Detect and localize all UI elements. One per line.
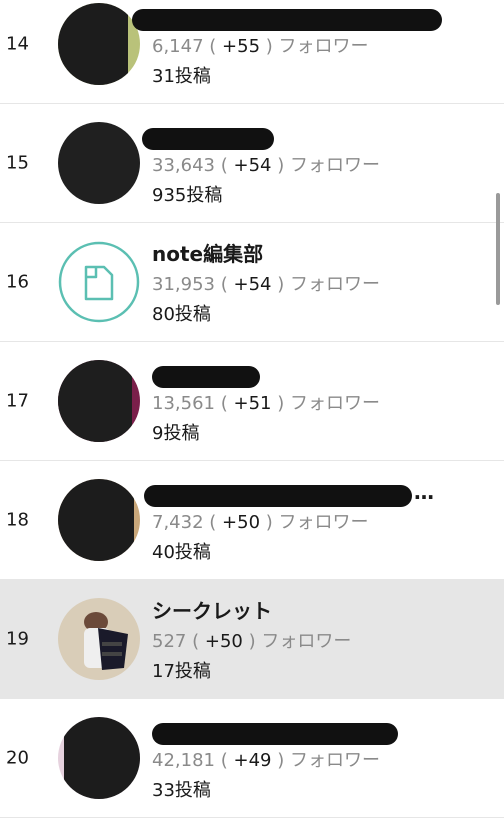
follower-stats: 42,181 ( +49 ) フォロワー <box>152 750 380 771</box>
rank-number: 14 <box>6 33 29 55</box>
post-count: 40投稿 <box>152 542 211 563</box>
follower-label: フォロワー <box>278 36 369 57</box>
avatar[interactable] <box>58 479 140 561</box>
redaction-mark <box>132 9 442 31</box>
follower-stats: 33,643 ( +54 ) フォロワー <box>152 155 380 176</box>
creator-name[interactable]: シークレット <box>152 596 494 626</box>
avatar[interactable] <box>58 241 140 323</box>
follower-stats: 31,953 ( +54 ) フォロワー <box>152 274 380 295</box>
rank-number: 19 <box>6 628 29 650</box>
follower-label: フォロワー <box>278 512 369 533</box>
avatar[interactable] <box>58 717 140 799</box>
ranking-row-current-user[interactable]: 19 シークレット 527 ( +50 ) フォロワー 17投稿 <box>0 580 504 699</box>
follower-count: 6,147 <box>152 36 204 57</box>
row-info: 42,181 ( +49 ) フォロワー 33投稿 <box>152 715 494 805</box>
follower-increase: +54 <box>233 155 272 176</box>
creator-name[interactable] <box>152 358 494 388</box>
ranking-row[interactable]: 18 … 7,432 ( +50 ) フォロワー 40投稿 <box>0 461 504 580</box>
follower-count: 527 <box>152 631 187 652</box>
follower-label: フォロワー <box>289 155 380 176</box>
post-count: 31投稿 <box>152 66 211 87</box>
post-count: 9投稿 <box>152 423 200 444</box>
post-count: 935投稿 <box>152 185 223 206</box>
ranking-row[interactable]: 17 13,561 ( +51 ) フォロワー 9投稿 <box>0 342 504 461</box>
creator-name[interactable] <box>132 1 494 31</box>
row-info: 33,643 ( +54 ) フォロワー 935投稿 <box>142 120 494 210</box>
follower-stats: 6,147 ( +55 ) フォロワー <box>152 36 369 57</box>
avatar[interactable] <box>58 3 140 85</box>
rank-number: 15 <box>6 152 29 174</box>
user-photo-icon <box>58 598 140 680</box>
follower-stats: 13,561 ( +51 ) フォロワー <box>152 393 380 414</box>
follower-stats: 527 ( +50 ) フォロワー <box>152 631 352 652</box>
ranking-row[interactable]: 14 6,147 ( +55 ) フォロワー 31投稿 <box>0 0 504 104</box>
row-info: … 7,432 ( +50 ) フォロワー 40投稿 <box>144 477 494 567</box>
post-count: 33投稿 <box>152 780 211 801</box>
follower-increase: +54 <box>233 274 272 295</box>
follower-count: 31,953 <box>152 274 215 295</box>
redaction-mark <box>152 366 260 388</box>
follower-increase: +55 <box>222 36 261 57</box>
follower-stats: 7,432 ( +50 ) フォロワー <box>152 512 369 533</box>
follower-count: 33,643 <box>152 155 215 176</box>
follower-label: フォロワー <box>289 750 380 771</box>
rank-number: 17 <box>6 390 29 412</box>
scrollbar[interactable] <box>496 193 500 305</box>
follower-label: フォロワー <box>289 393 380 414</box>
row-info: note編集部 31,953 ( +54 ) フォロワー 80投稿 <box>152 239 494 329</box>
post-count: 17投稿 <box>152 661 211 682</box>
creator-name[interactable]: … <box>144 477 494 507</box>
avatar[interactable] <box>58 360 140 442</box>
follower-increase: +51 <box>233 393 272 414</box>
row-info: 13,561 ( +51 ) フォロワー 9投稿 <box>152 358 494 448</box>
redaction-mark <box>144 485 412 507</box>
follower-label: フォロワー <box>261 631 352 652</box>
follower-count: 7,432 <box>152 512 204 533</box>
avatar[interactable] <box>58 122 140 204</box>
creator-name[interactable] <box>142 120 494 150</box>
rank-number: 20 <box>6 747 29 769</box>
ranking-row[interactable]: 15 33,643 ( +54 ) フォロワー 935投稿 <box>0 104 504 223</box>
creator-name[interactable] <box>152 715 494 745</box>
note-logo-icon <box>58 241 140 323</box>
rank-number: 16 <box>6 271 29 293</box>
post-count: 80投稿 <box>152 304 211 325</box>
follower-increase: +50 <box>222 512 261 533</box>
ranking-row[interactable]: 16 note編集部 31,953 ( +54 ) フォロワー 80投稿 <box>0 223 504 342</box>
follower-label: フォロワー <box>289 274 380 295</box>
follower-count: 13,561 <box>152 393 215 414</box>
row-info: シークレット 527 ( +50 ) フォロワー 17投稿 <box>152 596 494 686</box>
avatar[interactable] <box>58 598 140 680</box>
row-info: 6,147 ( +55 ) フォロワー 31投稿 <box>132 1 494 91</box>
follower-increase: +50 <box>204 631 243 652</box>
follower-count: 42,181 <box>152 750 215 771</box>
redaction-mark <box>142 128 274 150</box>
creator-name[interactable]: note編集部 <box>152 239 494 269</box>
redaction-mark <box>152 723 398 745</box>
ranking-list: 14 6,147 ( +55 ) フォロワー 31投稿 15 33,643 (… <box>0 0 504 818</box>
rank-number: 18 <box>6 509 29 531</box>
follower-increase: +49 <box>233 750 272 771</box>
ranking-row[interactable]: 20 42,181 ( +49 ) フォロワー 33投稿 <box>0 699 504 818</box>
